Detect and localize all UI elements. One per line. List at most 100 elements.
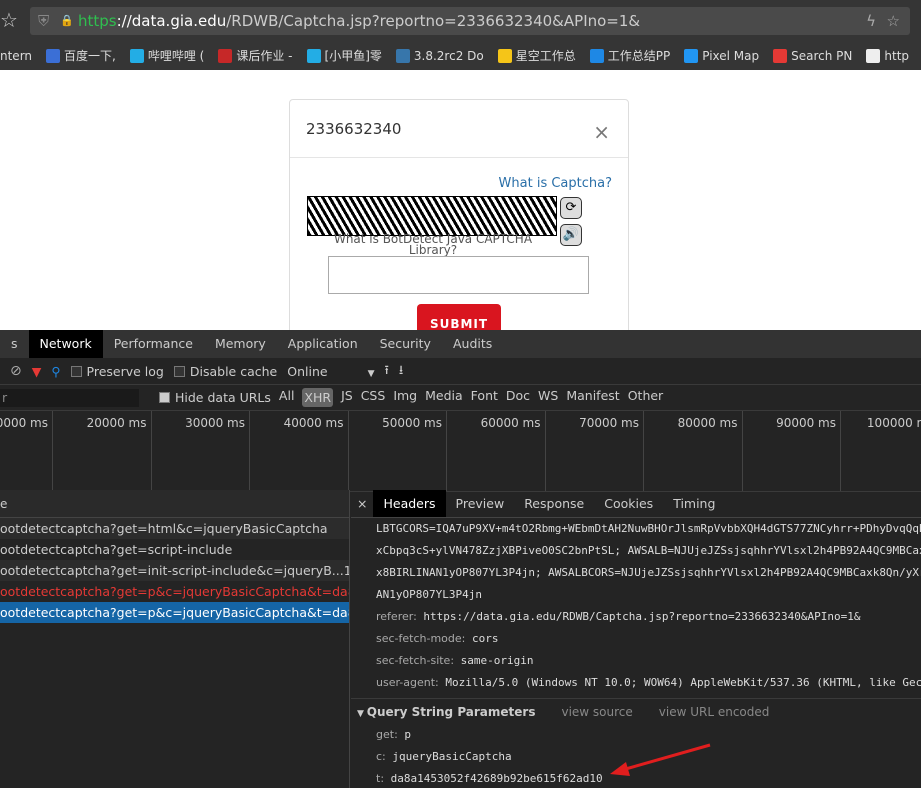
request-header-key: sec-fetch-mode: xyxy=(376,632,466,645)
bookmark-label: 工作总结PP xyxy=(607,49,671,63)
view-source-link[interactable]: view source xyxy=(561,705,632,719)
preserve-log-checkbox[interactable]: Preserve log xyxy=(70,364,164,379)
view-url-encoded-link[interactable]: view URL encoded xyxy=(659,705,770,719)
query-param-key: c: xyxy=(376,750,386,763)
request-row[interactable]: ootdetectcaptcha?get=html&c=jqueryBasicC… xyxy=(0,518,349,539)
type-filter-xhr[interactable]: XHR xyxy=(302,388,334,407)
request-list: e ootdetectcaptcha?get=html&c=jqueryBasi… xyxy=(0,490,350,788)
request-header: referer: https://data.gia.edu/RDWB/Captc… xyxy=(351,606,921,628)
request-row[interactable]: ootdetectcaptcha?get=init-script-include… xyxy=(0,560,349,581)
type-filter-other[interactable]: Other xyxy=(628,388,664,407)
bookmark-favicon-icon xyxy=(684,49,699,63)
hide-data-urls-checkbox[interactable]: Hide data URLs xyxy=(159,390,271,405)
clear-icon[interactable]: ⊘ xyxy=(10,363,22,379)
throttle-select[interactable]: Online ▼ xyxy=(287,364,374,379)
import-har-icon[interactable]: ⭱ xyxy=(384,361,388,382)
type-filter-img[interactable]: Img xyxy=(393,388,417,407)
what-is-captcha-link[interactable]: What is Captcha? xyxy=(499,176,612,191)
query-param-value: da8a1453052f42689b92be615f62ad10 xyxy=(390,772,603,785)
bookmark-label: 星空工作总 xyxy=(515,49,576,63)
bookmarks-bar: ntern 百度一下, 哔哩哔哩 ( 课后作业 - [小甲鱼]零 3.8.2rc2 Do 星… xyxy=(0,42,921,70)
bookmark-item[interactable]: 3.8.2rc2 Do xyxy=(395,42,484,70)
request-header: sec-fetch-site: same-origin xyxy=(351,650,921,672)
request-header-value: same-origin xyxy=(460,654,534,667)
detail-tab-response[interactable]: Response xyxy=(514,490,594,517)
bookmark-favicon-icon xyxy=(129,49,144,63)
timeline-tick: 60000 ms xyxy=(448,411,546,491)
bookmark-item[interactable]: 工作总结PP xyxy=(589,42,671,70)
type-filters: All XHR JS CSS Img Media Font Doc WS Manifest Othe… xyxy=(279,388,663,407)
detail-tab-cookies[interactable]: Cookies xyxy=(594,490,663,517)
timeline-tick: 10000 ms xyxy=(0,411,53,491)
request-row[interactable]: ootdetectcaptcha?get=script-include xyxy=(0,539,349,560)
reload-captcha-icon[interactable]: ⟳ xyxy=(560,197,582,219)
devtools-panel: s Network Performance Memory Application Secu… xyxy=(0,330,921,788)
devtools-tabs: s Network Performance Memory Application Secu… xyxy=(0,330,921,358)
tab-audits[interactable]: Audits xyxy=(442,330,503,358)
bookmark-item[interactable]: http xyxy=(866,42,909,70)
tab-s[interactable]: s xyxy=(0,330,29,358)
shield-icon: ⛨ xyxy=(38,12,50,30)
lightning-icon[interactable]: ϟ xyxy=(866,7,876,35)
detail-tab-headers[interactable]: Headers xyxy=(373,490,446,517)
type-filter-font[interactable]: Font xyxy=(471,388,498,407)
timeline-overview[interactable]: 10000 ms20000 ms30000 ms40000 ms50000 ms… xyxy=(0,411,921,492)
sound-captcha-icon[interactable]: 🔊 xyxy=(560,224,582,246)
bookmark-item[interactable]: 哔哩哔哩 ( xyxy=(129,42,204,70)
bookmark-favicon-icon xyxy=(866,49,881,63)
network-toolbar: ⊘ ▼ ⚲ Preserve log Disable cache Online ▼… xyxy=(0,358,921,385)
timeline-tick: 100000 ms xyxy=(842,411,921,491)
export-har-icon[interactable]: ⭳ xyxy=(399,361,403,382)
detail-tab-preview[interactable]: Preview xyxy=(446,490,515,517)
modal-title: 2336632340 xyxy=(290,100,628,158)
bookmark-item[interactable]: 星空工作总 xyxy=(497,42,576,70)
type-filter-media[interactable]: Media xyxy=(425,388,463,407)
bookmark-item[interactable]: 课后作业 - xyxy=(218,42,293,70)
bookmark-item[interactable]: 百度一下, xyxy=(46,42,116,70)
tab-security[interactable]: Security xyxy=(369,330,442,358)
query-param-value: jqueryBasicCaptcha xyxy=(392,750,512,763)
cookie-header-line: x8BIRLINAN1yOP807YL3P4jn; AWSALBCORS=NJU… xyxy=(376,566,921,579)
filter-input[interactable]: r xyxy=(0,388,139,407)
disable-cache-checkbox[interactable]: Disable cache xyxy=(173,364,277,379)
query-param-value: p xyxy=(404,728,412,741)
type-filter-ws[interactable]: WS xyxy=(538,388,558,407)
bookmark-item[interactable]: Pixel Map xyxy=(684,42,759,70)
bookmark-label: 3.8.2rc2 Do xyxy=(413,49,484,63)
type-filter-manifest[interactable]: Manifest xyxy=(566,388,619,407)
type-filter-all[interactable]: All xyxy=(279,388,295,407)
red-arrow-annotation xyxy=(610,743,711,776)
request-header-key: sec-fetch-site: xyxy=(376,654,455,667)
star-icon[interactable]: ☆ xyxy=(887,7,900,35)
botdetect-library-link[interactable]: What is BotDetect Java CAPTCHA Library? xyxy=(318,233,548,256)
request-row[interactable]: ootdetectcaptcha?get=p&c=jqueryBasicCapt… xyxy=(0,581,349,602)
detail-tab-timing[interactable]: Timing xyxy=(663,490,725,517)
type-filter-js[interactable]: JS xyxy=(341,388,353,407)
bookmark-item[interactable]: [小甲鱼]零 xyxy=(306,42,382,70)
address-bar[interactable]: ⛨ 🔒 https://data.gia.edu/RDWB/Captcha.js… xyxy=(30,7,910,35)
close-details-icon[interactable]: × xyxy=(351,490,373,517)
timeline-tick: 30000 ms xyxy=(152,411,250,491)
request-header-value: https://data.gia.edu/RDWB/Captcha.jsp?re… xyxy=(423,610,861,623)
query-string-section[interactable]: ▼ Query String Parameters view source view… xyxy=(351,698,921,724)
bookmark-label: 百度一下, xyxy=(64,49,116,63)
close-icon[interactable]: × xyxy=(593,120,610,144)
browser-chrome: ☆ ⛨ 🔒 https://data.gia.edu/RDWB/Captcha.… xyxy=(0,0,921,70)
bookmark-star-icon[interactable]: ☆ xyxy=(0,8,18,32)
bookmark-favicon-icon xyxy=(306,49,321,63)
bookmark-item[interactable]: ntern xyxy=(0,42,32,70)
search-icon[interactable]: ⚲ xyxy=(51,364,60,379)
tab-performance[interactable]: Performance xyxy=(103,330,204,358)
captcha-input[interactable] xyxy=(328,256,589,294)
bookmark-item[interactable]: Search PN xyxy=(773,42,852,70)
filter-icon[interactable]: ▼ xyxy=(32,364,42,379)
request-row[interactable]: ootdetectcaptcha?get=p&c=jqueryBasicCapt… xyxy=(0,602,349,623)
tab-network[interactable]: Network xyxy=(28,330,103,358)
type-filter-doc[interactable]: Doc xyxy=(506,388,530,407)
type-filter-css[interactable]: CSS xyxy=(361,388,386,407)
tab-memory[interactable]: Memory xyxy=(204,330,277,358)
tab-application[interactable]: Application xyxy=(277,330,369,358)
name-column-header[interactable]: e xyxy=(0,490,349,518)
timeline-tick: 80000 ms xyxy=(645,411,743,491)
request-header-value: cors xyxy=(471,632,499,645)
